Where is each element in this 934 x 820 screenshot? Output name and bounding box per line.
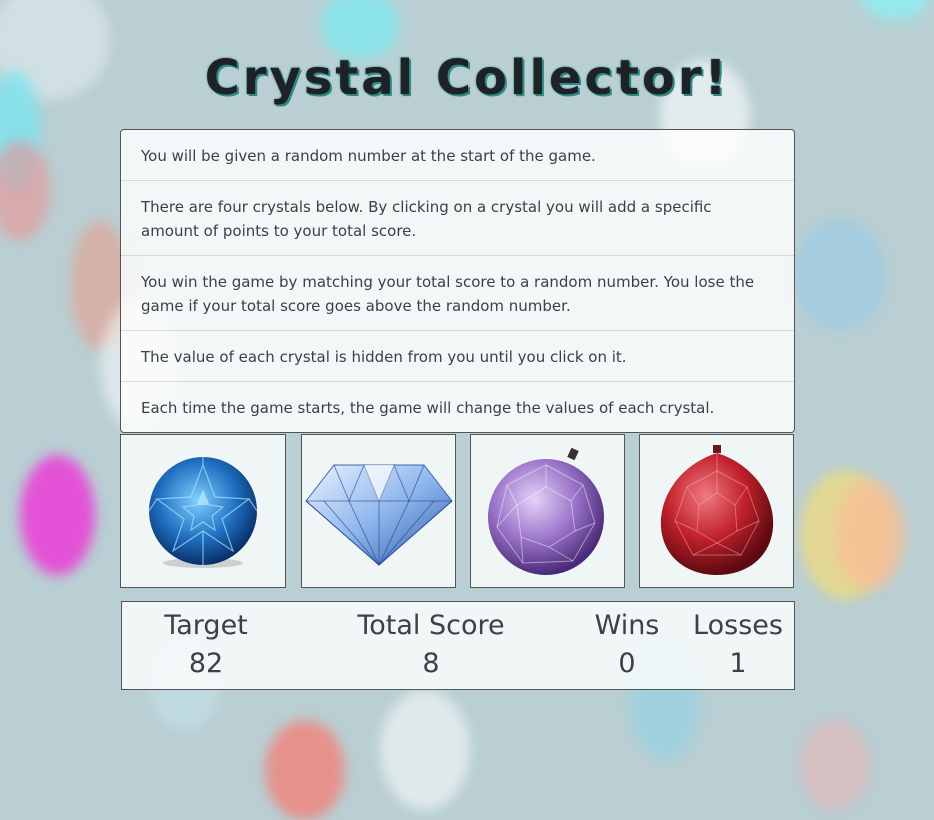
wins-value: 0	[618, 648, 636, 679]
crystal-button-diamond[interactable]	[301, 434, 456, 588]
instruction-item: You win the game by matching your total …	[121, 256, 794, 331]
crystal-button-blue[interactable]	[120, 434, 286, 588]
instruction-item: Each time the game starts, the game will…	[141, 399, 715, 417]
instruction-item: There are four crystals below. By clicki…	[121, 181, 794, 256]
crystal-button-purple[interactable]	[470, 434, 625, 588]
losses-value: 1	[729, 648, 747, 679]
red-crystal-ball-icon	[660, 445, 773, 575]
instruction-item: You will be given a random number at the…	[121, 130, 794, 181]
purple-crystal-ball-icon	[487, 447, 604, 575]
clear-diamond-icon	[304, 463, 453, 566]
losses-label: Losses	[693, 610, 783, 641]
instruction-item: The value of each crystal is hidden from…	[121, 331, 794, 382]
total-score-stat: Total Score 8	[351, 608, 511, 684]
scoreboard: Target 82 Total Score 8 Wins 0 Losses 1	[121, 601, 795, 690]
instructions-list: You will be given a random number at the…	[120, 129, 795, 433]
wins-label: Wins	[594, 610, 660, 641]
crystal-button-red[interactable]	[639, 434, 794, 588]
target-stat: Target 82	[154, 608, 258, 684]
losses-stat: Losses 1	[688, 608, 788, 684]
blue-round-gem-icon	[148, 457, 258, 568]
target-value: 82	[188, 648, 224, 679]
page-title: Crystal Collector!	[204, 50, 730, 106]
total-score-label: Total Score	[357, 610, 505, 641]
target-label: Target	[164, 610, 248, 641]
wins-stat: Wins 0	[582, 608, 672, 684]
total-score-value: 8	[422, 648, 440, 679]
